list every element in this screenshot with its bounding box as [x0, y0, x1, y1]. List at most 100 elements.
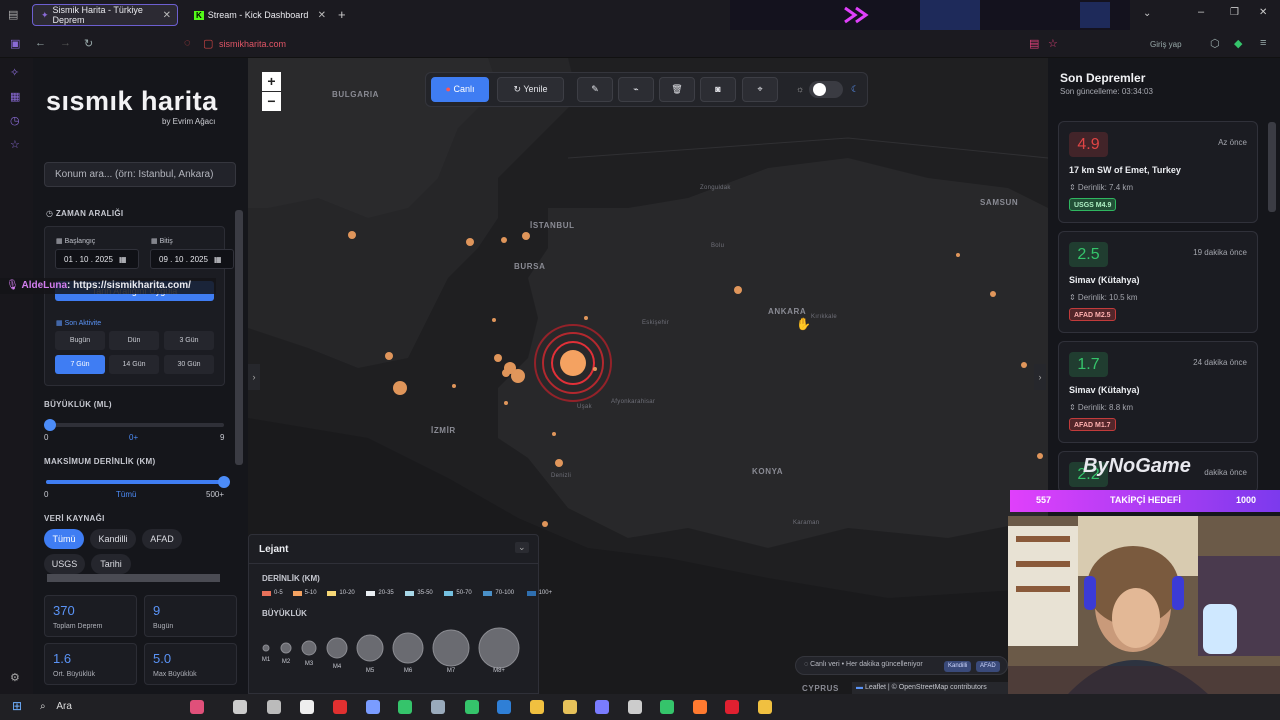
- quake-marker[interactable]: [348, 231, 356, 239]
- lock-icon[interactable]: ▢: [203, 37, 213, 50]
- quake-marker[interactable]: [504, 401, 508, 405]
- reload-icon[interactable]: ↻: [84, 37, 93, 50]
- spotify-icon[interactable]: [660, 700, 674, 714]
- extensions-icon[interactable]: ⬡: [1210, 37, 1220, 50]
- panel-scrollbar[interactable]: [1268, 122, 1276, 212]
- location-search-input[interactable]: [44, 162, 236, 187]
- close-tab-icon[interactable]: ✕: [318, 10, 326, 21]
- quake-marker-latest[interactable]: [560, 350, 586, 376]
- quake-marker[interactable]: [452, 384, 456, 388]
- close-tab-icon[interactable]: ✕: [163, 10, 171, 21]
- draw-button[interactable]: ✎: [577, 77, 613, 102]
- quake-marker[interactable]: [494, 354, 502, 362]
- quake-card[interactable]: 4.9 Az önce 17 km SW of Emet, Turkey ⇕ Deri…: [1058, 121, 1258, 223]
- magnitude-slider-track[interactable]: [46, 423, 224, 427]
- quake-marker[interactable]: [990, 291, 996, 297]
- quake-card[interactable]: 1.7 24 dakika önce Simav (Kütahya) ⇕ Derinl…: [1058, 341, 1258, 443]
- sidebar-horizontal-scrollbar[interactable]: [47, 574, 220, 582]
- locate-button[interactable]: ⌖: [742, 77, 778, 102]
- epic-icon[interactable]: [300, 700, 314, 714]
- url-text[interactable]: sismikharita.com: [219, 39, 286, 49]
- quake-marker[interactable]: [584, 316, 588, 320]
- start-date-input[interactable]: 01 . 10 . 2025 ▦: [55, 249, 139, 269]
- quake-marker[interactable]: [555, 459, 563, 467]
- discord-icon[interactable]: [595, 700, 609, 714]
- period-7d-button[interactable]: 7 Gün: [55, 355, 105, 374]
- favorites-star-icon[interactable]: ☆: [10, 138, 20, 151]
- minimize-icon[interactable]: –: [1198, 6, 1204, 18]
- period-yesterday-button[interactable]: Dün: [109, 331, 159, 350]
- source-historical-chip[interactable]: Tarihi: [91, 554, 131, 574]
- quake-marker[interactable]: [502, 369, 510, 377]
- files-icon[interactable]: [530, 700, 544, 714]
- sidebar-collapse-handle[interactable]: ›: [248, 364, 260, 390]
- quake-marker[interactable]: [1037, 453, 1043, 459]
- depth-slider-thumb[interactable]: [218, 476, 230, 488]
- tab-overflow-icon[interactable]: ⌄: [1143, 8, 1151, 19]
- shield-icon[interactable]: ◌: [184, 37, 191, 49]
- quake-marker[interactable]: [385, 352, 393, 360]
- windows-start-icon[interactable]: ⊞: [12, 699, 22, 713]
- collections-icon[interactable]: ▦: [10, 90, 20, 103]
- back-icon[interactable]: ←: [35, 37, 46, 49]
- quake-marker[interactable]: [542, 521, 548, 527]
- site-logo[interactable]: sısmık harita: [46, 86, 218, 117]
- whatsapp-icon[interactable]: [465, 700, 479, 714]
- opera-icon[interactable]: [725, 700, 739, 714]
- theme-toggle[interactable]: [809, 81, 843, 98]
- xbox-icon[interactable]: [398, 700, 412, 714]
- quake-marker[interactable]: [1021, 362, 1027, 368]
- task-view-icon[interactable]: [233, 700, 247, 714]
- magnitude-slider-thumb[interactable]: [44, 419, 56, 431]
- source-usgs-chip[interactable]: USGS: [44, 554, 85, 574]
- bookmark-star-icon[interactable]: ☆: [1048, 37, 1058, 50]
- quake-marker[interactable]: [522, 232, 530, 240]
- screenshot-button[interactable]: ◙: [700, 77, 736, 102]
- quake-marker[interactable]: [501, 237, 507, 243]
- quake-card[interactable]: 2.5 19 dakika önce Simav (Kütahya) ⇕ Derinl…: [1058, 231, 1258, 333]
- sidebar-vertical-scrollbar[interactable]: [235, 210, 243, 465]
- quake-marker[interactable]: [552, 432, 556, 436]
- new-tab-button[interactable]: +: [338, 7, 346, 22]
- period-3d-button[interactable]: 3 Gün: [164, 331, 214, 350]
- quake-marker[interactable]: [393, 381, 407, 395]
- taskbar-search[interactable]: ⌕ Ara: [40, 701, 72, 712]
- quake-marker[interactable]: [466, 238, 474, 246]
- live-button[interactable]: ● Canlı: [431, 77, 489, 102]
- copilot-icon[interactable]: [366, 700, 380, 714]
- riot-icon[interactable]: [563, 700, 577, 714]
- davinci-icon[interactable]: [758, 700, 772, 714]
- quake-marker[interactable]: [511, 369, 525, 383]
- period-today-button[interactable]: Bugün: [55, 331, 105, 350]
- login-link[interactable]: Giriş yap: [1150, 40, 1182, 49]
- zoom-out-button[interactable]: −: [262, 92, 281, 111]
- tab-sismik-harita[interactable]: ✦ Sismik Harita - Türkiye Deprem ✕: [32, 4, 178, 26]
- sidebar-toggle-icon[interactable]: ▣: [10, 37, 20, 50]
- period-14d-button[interactable]: 14 Gün: [109, 355, 159, 374]
- delete-button[interactable]: 🗑: [659, 77, 695, 102]
- forward-icon[interactable]: →: [60, 37, 71, 49]
- outlook-icon[interactable]: [497, 700, 511, 714]
- obs-icon[interactable]: [628, 700, 642, 714]
- source-kandilli-chip[interactable]: Kandilli: [90, 529, 136, 549]
- quake-marker[interactable]: [492, 318, 496, 322]
- map-attribution[interactable]: ▬ Leaflet | © OpenStreetMap contributors: [852, 682, 1008, 694]
- steam-icon[interactable]: [431, 700, 445, 714]
- wolf-icon[interactable]: [267, 700, 281, 714]
- quake-marker[interactable]: [956, 253, 960, 257]
- firefox-icon[interactable]: [693, 700, 707, 714]
- end-date-input[interactable]: 09 . 10 . 2025 ▦: [150, 249, 234, 269]
- zoom-in-button[interactable]: +: [262, 72, 281, 91]
- vpn-shield-icon[interactable]: ◆: [1234, 37, 1242, 50]
- tab-kick-dashboard[interactable]: K Stream - Kick Dashboard ✕: [186, 4, 332, 26]
- period-30d-button[interactable]: 30 Gün: [164, 355, 214, 374]
- settings-gear-icon[interactable]: ⚙: [10, 671, 20, 684]
- maximize-icon[interactable]: ❐: [1230, 7, 1239, 18]
- refresh-button[interactable]: ↻ Yenile: [497, 77, 564, 102]
- source-afad-chip[interactable]: AFAD: [142, 529, 182, 549]
- reader-icon[interactable]: ▤: [1029, 37, 1039, 50]
- source-all-chip[interactable]: Tümü: [44, 529, 84, 549]
- menu-icon[interactable]: ≡: [1260, 37, 1266, 49]
- panel-collapse-handle[interactable]: ›: [1034, 364, 1046, 390]
- quake-marker[interactable]: [734, 286, 742, 294]
